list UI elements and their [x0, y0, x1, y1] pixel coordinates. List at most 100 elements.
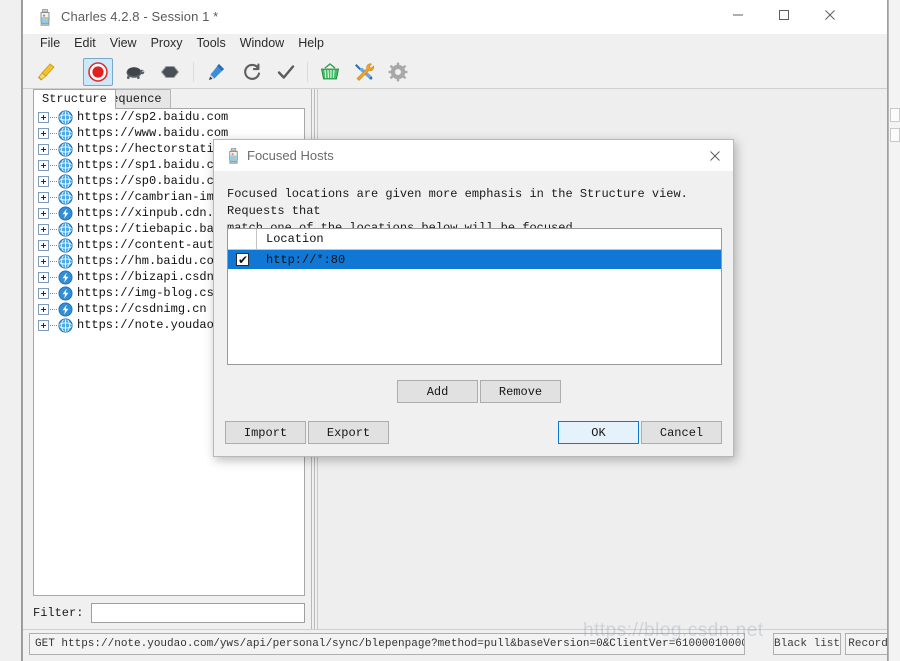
location-checkbox[interactable]: ✔ [228, 250, 257, 269]
tree-connector [50, 324, 57, 326]
status-recording[interactable]: Recording [845, 633, 887, 655]
menu-item-proxy[interactable]: Proxy [144, 34, 190, 52]
filter-row: Filter: [33, 601, 305, 625]
ok-button[interactable]: OK [558, 421, 639, 444]
filter-label: Filter: [33, 606, 84, 620]
tree-connector [50, 244, 57, 246]
background-button-1 [890, 108, 900, 122]
repeat-icon[interactable] [237, 58, 267, 86]
close-button[interactable] [807, 0, 853, 30]
expand-icon[interactable] [38, 319, 49, 331]
globe-icon [58, 126, 73, 141]
charles-bottle-icon [37, 9, 53, 26]
charles-main-window: Charles 4.2.8 - Session 1 * File Edit View… [22, 0, 888, 661]
background-window-right [888, 0, 900, 661]
dialog-title: Focused Hosts [247, 148, 334, 163]
tree-item-label: https://sp1.baidu.com [77, 157, 229, 172]
tree-item-label: https://sp0.baidu.com [77, 173, 229, 188]
expand-icon[interactable] [38, 111, 49, 123]
tree-connector [50, 212, 57, 214]
tree-connector [50, 116, 57, 118]
remove-button[interactable]: Remove [480, 380, 561, 403]
globe-icon [58, 222, 73, 237]
status-url: GET https://note.youdao.com/yws/api/pers… [29, 633, 745, 655]
table-header-checkbox-col [228, 229, 257, 250]
tree-item[interactable]: https://sp2.baidu.com [34, 109, 304, 125]
expand-icon[interactable] [38, 239, 49, 251]
menu-item-tools[interactable]: Tools [190, 34, 233, 52]
export-button[interactable]: Export [308, 421, 389, 444]
dialog-close-icon[interactable] [703, 145, 727, 167]
expand-icon[interactable] [38, 175, 49, 187]
tree-item-label: https://www.baidu.com [77, 125, 229, 140]
minimize-button[interactable] [715, 0, 761, 30]
globe-icon [58, 110, 73, 125]
expand-icon[interactable] [38, 207, 49, 219]
throttle-icon[interactable] [119, 58, 149, 86]
dialog-title-bar: Focused Hosts [214, 140, 733, 171]
tree-connector [50, 132, 57, 134]
clear-icon[interactable] [31, 58, 61, 86]
checkbox-box[interactable]: ✔ [236, 253, 249, 266]
tree-connector [50, 260, 57, 262]
menu-bar: File Edit View Proxy Tools Window Help [23, 34, 887, 56]
tree-connector [50, 276, 57, 278]
expand-icon[interactable] [38, 191, 49, 203]
validate-icon[interactable] [271, 58, 301, 86]
expand-icon[interactable] [38, 271, 49, 283]
settings-icon[interactable] [349, 58, 379, 86]
flash-icon [58, 302, 73, 317]
status-blacklist[interactable]: Black list [773, 633, 841, 655]
add-button[interactable]: Add [397, 380, 478, 403]
flash-icon [58, 270, 73, 285]
tree-item-label: https://hm.baidu.com [77, 253, 222, 268]
status-bar: GET https://note.youdao.com/yws/api/pers… [23, 629, 887, 661]
expand-icon[interactable] [38, 255, 49, 267]
expand-icon[interactable] [38, 159, 49, 171]
flash-icon [58, 206, 73, 221]
cancel-button[interactable]: Cancel [641, 421, 722, 444]
window-title: Charles 4.2.8 - Session 1 * [61, 9, 219, 24]
flash-icon [58, 286, 73, 301]
check-icon: ✔ [238, 253, 249, 267]
maximize-button[interactable] [761, 0, 807, 30]
menu-item-window[interactable]: Window [233, 34, 291, 52]
expand-icon[interactable] [38, 127, 49, 139]
compose-icon[interactable] [201, 58, 231, 86]
focused-hosts-dialog: Focused Hosts Focused locations are give… [213, 139, 734, 457]
menu-item-edit[interactable]: Edit [67, 34, 103, 52]
filter-input[interactable] [91, 603, 305, 623]
expand-icon[interactable] [38, 143, 49, 155]
table-header-location: Location [266, 232, 324, 246]
tree-item-label: https://csdnimg.cn [77, 301, 207, 316]
locations-table[interactable]: Location ✔ http://*:80 [227, 228, 722, 365]
globe-icon [58, 190, 73, 205]
tree-connector [50, 196, 57, 198]
background-window-left [0, 0, 22, 661]
tree-connector [50, 228, 57, 230]
menu-item-view[interactable]: View [103, 34, 144, 52]
tree-item-label: https://sp2.baidu.com [77, 109, 229, 124]
title-bar: Charles 4.2.8 - Session 1 * [23, 0, 887, 34]
import-button[interactable]: Import [225, 421, 306, 444]
expand-icon[interactable] [38, 303, 49, 315]
tree-connector [50, 148, 57, 150]
expand-icon[interactable] [38, 223, 49, 235]
gear-icon[interactable] [383, 58, 413, 86]
table-header-row: Location [228, 229, 721, 250]
menu-item-help[interactable]: Help [291, 34, 331, 52]
tools-icon[interactable] [315, 58, 345, 86]
expand-icon[interactable] [38, 287, 49, 299]
menu-item-file[interactable]: File [33, 34, 67, 52]
globe-icon [58, 158, 73, 173]
table-row[interactable]: ✔ http://*:80 [228, 250, 721, 269]
globe-icon [58, 142, 73, 157]
breakpoint-icon[interactable] [155, 58, 185, 86]
globe-icon [58, 238, 73, 253]
tree-connector [50, 164, 57, 166]
toolbar-separator-1 [193, 62, 194, 82]
tab-structure-label: Structure [42, 92, 107, 106]
tab-structure[interactable]: Structure [33, 89, 116, 109]
record-icon[interactable] [83, 58, 113, 86]
charles-bottle-icon [226, 148, 241, 164]
